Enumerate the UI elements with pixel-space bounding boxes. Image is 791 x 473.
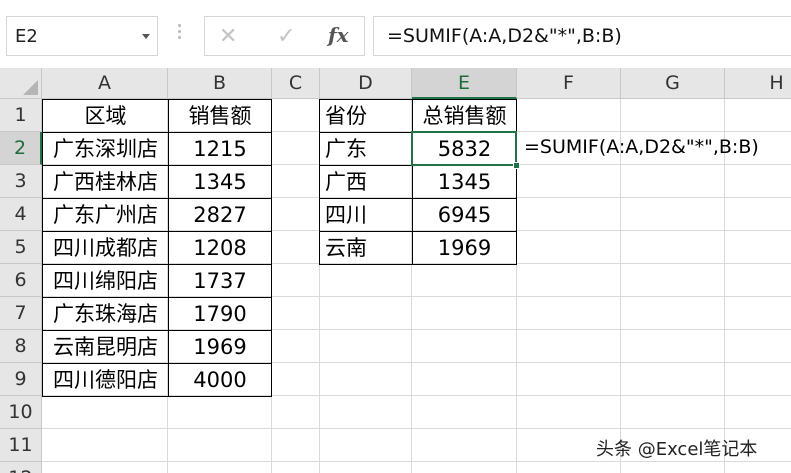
cell-d5[interactable]: 云南 (319, 231, 413, 265)
fill-handle[interactable] (513, 162, 520, 169)
column-header-g[interactable]: G (621, 68, 725, 99)
formula-buttons: ✕ ✓ fx (204, 16, 365, 56)
row-header-3[interactable]: 3 (0, 165, 42, 198)
cell-e4[interactable]: 6945 (412, 198, 517, 232)
cell-b2[interactable]: 1215 (168, 132, 272, 166)
formula-annotation: =SUMIF(A:A,D2&"*",B:B) (524, 136, 759, 158)
row-header-8[interactable]: 8 (0, 330, 42, 363)
cell-a9[interactable]: 四川德阳店 (42, 363, 169, 397)
column-header-e[interactable]: E (412, 68, 517, 99)
cell-a4[interactable]: 广东广州店 (42, 198, 169, 232)
worksheet-grid[interactable]: A B C D E F G H 1 2 3 4 5 6 7 8 9 10 11 … (0, 68, 791, 473)
cell-a2[interactable]: 广东深圳店 (42, 132, 169, 166)
cell-a8[interactable]: 云南昆明店 (42, 330, 169, 364)
chevron-down-icon[interactable] (142, 34, 150, 39)
column-header-b[interactable]: B (168, 68, 272, 99)
cell-b1[interactable]: 销售额 (168, 99, 272, 133)
select-all-button[interactable] (0, 68, 42, 99)
insert-function-icon[interactable]: fx (328, 23, 349, 47)
cell-b9[interactable]: 4000 (168, 363, 272, 397)
column-header-c[interactable]: C (272, 68, 320, 99)
row-header-9[interactable]: 9 (0, 363, 42, 396)
cell-a5[interactable]: 四川成都店 (42, 231, 169, 265)
row-header-4[interactable]: 4 (0, 198, 42, 231)
row-header-2[interactable]: 2 (0, 132, 42, 165)
cell-b5[interactable]: 1208 (168, 231, 272, 265)
row-header-5[interactable]: 5 (0, 231, 42, 264)
formula-input[interactable]: =SUMIF(A:A,D2&"*",B:B) (373, 16, 791, 56)
cell-a7[interactable]: 广东珠海店 (42, 297, 169, 331)
watermark: 头条 @Excel笔记本 (596, 439, 758, 460)
row-header-11[interactable]: 11 (0, 429, 42, 462)
cell-e5[interactable]: 1969 (412, 231, 517, 265)
cell-a6[interactable]: 四川绵阳店 (42, 264, 169, 298)
row-header-12[interactable]: 12 (0, 462, 42, 473)
cell-a1[interactable]: 区域 (42, 99, 169, 133)
cell-d2[interactable]: 广东 (319, 132, 413, 166)
cell-a3[interactable]: 广西桂林店 (42, 165, 169, 199)
cell-d4[interactable]: 四川 (319, 198, 413, 232)
resize-grip-icon[interactable] (178, 24, 182, 48)
column-header-a[interactable]: A (42, 68, 168, 99)
cell-e2[interactable]: 5832 (412, 132, 517, 166)
cell-b6[interactable]: 1737 (168, 264, 272, 298)
select-all-icon (23, 80, 38, 95)
name-box-value: E2 (15, 26, 38, 47)
row-header-1[interactable]: 1 (0, 99, 42, 132)
cell-b3[interactable]: 1345 (168, 165, 272, 199)
cell-b7[interactable]: 1790 (168, 297, 272, 331)
column-header-h[interactable]: H (725, 68, 791, 99)
cell-b4[interactable]: 2827 (168, 198, 272, 232)
name-box[interactable]: E2 (6, 16, 158, 56)
row-header-10[interactable]: 10 (0, 396, 42, 429)
cell-e3[interactable]: 1345 (412, 165, 517, 199)
close-icon[interactable]: ✕ (219, 24, 237, 49)
cell-b8[interactable]: 1969 (168, 330, 272, 364)
column-header-d[interactable]: D (320, 68, 412, 99)
check-icon[interactable]: ✓ (277, 24, 295, 49)
cell-e1[interactable]: 总销售额 (412, 99, 517, 133)
cell-d3[interactable]: 广西 (319, 165, 413, 199)
formula-text: =SUMIF(A:A,D2&"*",B:B) (387, 25, 622, 47)
gridline (42, 428, 791, 429)
row-header-6[interactable]: 6 (0, 264, 42, 297)
column-header-f[interactable]: F (517, 68, 621, 99)
formula-bar-area: E2 ✕ ✓ fx =SUMIF(A:A,D2&"*",B:B) (0, 0, 791, 68)
cell-d1[interactable]: 省份 (319, 99, 413, 133)
gridline (42, 461, 791, 462)
row-header-7[interactable]: 7 (0, 297, 42, 330)
